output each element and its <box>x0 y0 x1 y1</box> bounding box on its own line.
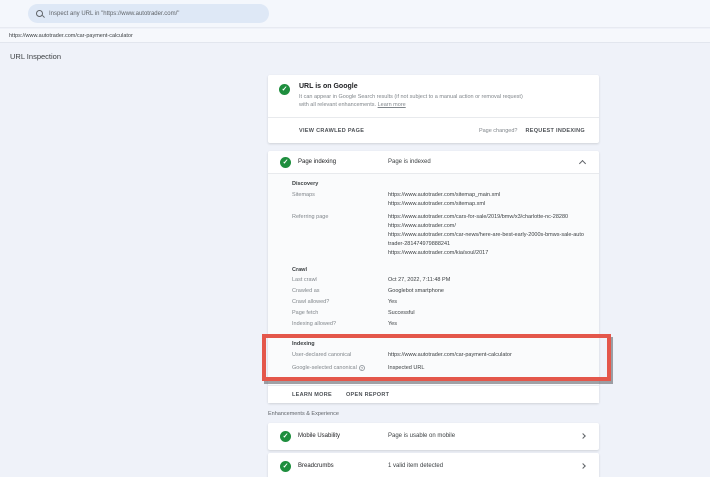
referring-page-values: https://www.autotrader.com/cars-for-sale… <box>388 213 585 258</box>
view-crawled-page-button[interactable]: VIEW CRAWLED PAGE <box>299 128 364 134</box>
mobile-usability-label: Mobile Usability <box>298 433 340 439</box>
indexing-header: Indexing <box>292 341 585 347</box>
google-selected-canonical-value: Inspected URL <box>388 364 585 373</box>
success-check-icon: ✓ <box>280 461 291 472</box>
referring-url: https://www.autotrader.com/car-news/here… <box>388 231 585 249</box>
chevron-right-icon <box>580 463 586 469</box>
referring-page-row: Referring page https://www.autotrader.co… <box>292 213 585 258</box>
page-indexing-card: ✓ Page indexing Page is indexed Discover… <box>268 151 599 403</box>
chevron-right-icon <box>580 433 586 439</box>
user-canonical-row: User-declared canonical https://www.auto… <box>292 351 585 360</box>
verdict-description-text: It can appear in Google Search results (… <box>299 94 523 108</box>
indexing-section: Indexing User-declared canonical https:/… <box>292 341 585 375</box>
crawl-row: Crawl allowed? Yes <box>292 298 585 307</box>
learn-more-button[interactable]: LEARN MORE <box>292 392 332 398</box>
crawl-row: Last crawl Oct 27, 2022, 7:11:48 PM <box>292 276 585 285</box>
referring-page-label: Referring page <box>292 213 388 258</box>
page-indexing-footer: LEARN MORE OPEN REPORT <box>268 385 599 403</box>
user-declared-canonical-value: https://www.autotrader.com/car-payment-c… <box>388 351 585 360</box>
breadcrumbs-status: 1 valid item detected <box>388 463 443 469</box>
top-bar: Inspect any URL in "https://www.autotrad… <box>0 0 710 28</box>
crawl-row: Page fetch Successful <box>292 309 585 318</box>
breadcrumbs-card[interactable]: ✓ Breadcrumbs 1 valid item detected <box>268 453 599 477</box>
last-crawl-label: Last crawl <box>292 276 388 285</box>
success-check-icon: ✓ <box>280 431 291 442</box>
verdict-card-footer: VIEW CRAWLED PAGE Page changed? REQUEST … <box>268 117 599 143</box>
sitemaps-row: Sitemaps https://www.autotrader.com/site… <box>292 191 585 209</box>
breadcrumb-inspected-url[interactable]: https://www.autotrader.com/car-payment-c… <box>9 33 133 39</box>
crawled-as-label: Crawled as <box>292 287 388 296</box>
mobile-usability-card[interactable]: ✓ Mobile Usability Page is usable on mob… <box>268 423 599 450</box>
page-indexing-status: Page is indexed <box>388 159 431 165</box>
enhancements-header: Enhancements & Experience <box>268 411 599 417</box>
google-canonical-row: Google-selected canonical? Inspected URL <box>292 364 585 373</box>
crawl-row: Crawled as Googlebot smartphone <box>292 287 585 296</box>
discovery-section: Discovery Sitemaps https://www.autotrade… <box>292 181 585 258</box>
url-inspect-search-input[interactable]: Inspect any URL in "https://www.autotrad… <box>28 4 269 23</box>
crawl-allowed-label: Crawl allowed? <box>292 298 388 307</box>
page-fetch-value: Successful <box>388 309 585 318</box>
main-content: ✓ URL is on Google It can appear in Goog… <box>268 75 599 477</box>
crawled-as-value: Googlebot smartphone <box>388 287 585 296</box>
chevron-up-icon[interactable] <box>579 160 586 167</box>
learn-more-link[interactable]: Learn more <box>378 102 406 108</box>
crawl-header: Crawl <box>292 267 585 273</box>
search-placeholder: Inspect any URL in "https://www.autotrad… <box>49 11 179 17</box>
indexing-allowed-label: Indexing allowed? <box>292 320 388 329</box>
verdict-title: URL is on Google <box>299 83 358 90</box>
verdict-card: ✓ URL is on Google It can appear in Goog… <box>268 75 599 143</box>
search-icon <box>36 10 43 17</box>
page-fetch-label: Page fetch <box>292 309 388 318</box>
page-indexing-body: Discovery Sitemaps https://www.autotrade… <box>268 174 599 403</box>
help-icon[interactable]: ? <box>359 365 365 371</box>
discovery-header: Discovery <box>292 181 585 187</box>
page-indexing-header[interactable]: ✓ Page indexing Page is indexed <box>268 151 599 174</box>
sitemaps-values: https://www.autotrader.com/sitemap_main.… <box>388 191 585 209</box>
google-selected-canonical-label: Google-selected canonical? <box>292 364 388 373</box>
page-changed-label: Page changed? <box>479 128 518 134</box>
user-declared-canonical-label: User-declared canonical <box>292 351 388 360</box>
referring-url: https://www.autotrader.com/kia/soul/2017 <box>388 249 585 258</box>
page-title: URL Inspection <box>10 52 61 61</box>
open-report-button[interactable]: OPEN REPORT <box>346 392 389 398</box>
referring-url: https://www.autotrader.com/ <box>388 222 585 231</box>
referring-url: https://www.autotrader.com/cars-for-sale… <box>388 213 585 222</box>
sitemap-url: https://www.autotrader.com/sitemap.xml <box>388 200 585 209</box>
crawl-section: Crawl Last crawl Oct 27, 2022, 7:11:48 P… <box>292 267 585 328</box>
inspected-url-row: https://www.autotrader.com/car-payment-c… <box>0 29 710 43</box>
sitemaps-label: Sitemaps <box>292 191 388 209</box>
verdict-card-header: ✓ URL is on Google It can appear in Goog… <box>268 75 599 117</box>
breadcrumbs-label: Breadcrumbs <box>298 463 334 469</box>
request-indexing-button[interactable]: REQUEST INDEXING <box>525 128 585 134</box>
success-check-icon: ✓ <box>279 84 290 95</box>
crawl-row: Indexing allowed? Yes <box>292 320 585 329</box>
mobile-usability-status: Page is usable on mobile <box>388 433 455 439</box>
crawl-allowed-value: Yes <box>388 298 585 307</box>
google-selected-canonical-text: Google-selected canonical <box>292 365 357 371</box>
url-inspection-screen: Inspect any URL in "https://www.autotrad… <box>0 0 710 477</box>
page-indexing-label: Page indexing <box>298 159 336 165</box>
indexing-allowed-value: Yes <box>388 320 585 329</box>
sitemap-url: https://www.autotrader.com/sitemap_main.… <box>388 191 585 200</box>
last-crawl-value: Oct 27, 2022, 7:11:48 PM <box>388 276 585 285</box>
verdict-description: It can appear in Google Search results (… <box>299 94 527 109</box>
success-check-icon: ✓ <box>280 157 291 168</box>
